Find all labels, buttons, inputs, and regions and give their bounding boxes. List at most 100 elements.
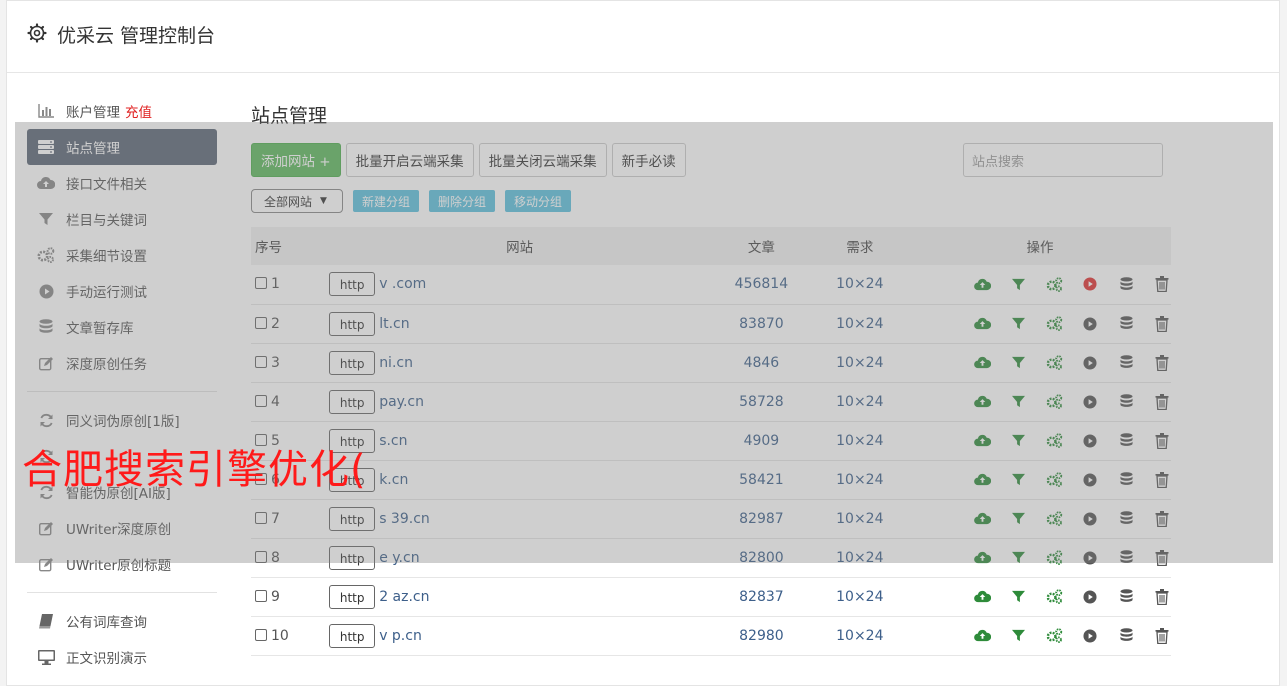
protocol-badge[interactable]: http [329, 545, 376, 570]
sidebar-item-collect-settings[interactable]: 采集细节设置 [27, 237, 217, 273]
site-domain-link[interactable]: lt.cn [379, 316, 409, 332]
site-search-input[interactable]: 站点搜索 [963, 143, 1163, 177]
article-count[interactable]: 82987 [712, 499, 811, 539]
filter-icon[interactable] [1009, 432, 1027, 450]
cogs-icon[interactable] [1045, 549, 1063, 567]
cogs-icon[interactable] [1045, 627, 1063, 645]
protocol-badge[interactable]: http [329, 272, 376, 297]
database-icon[interactable] [1117, 275, 1135, 293]
cloud-upload-icon[interactable] [973, 627, 991, 645]
demand-value[interactable]: 10×24 [810, 577, 909, 617]
article-count[interactable]: 456814 [712, 265, 811, 305]
filter-icon[interactable] [1009, 275, 1027, 293]
cogs-icon[interactable] [1045, 393, 1063, 411]
play-circle-icon[interactable] [1081, 393, 1099, 411]
group-select[interactable]: 全部网站 ▼ [251, 189, 343, 213]
site-domain-link[interactable]: ni.cn [379, 355, 413, 371]
protocol-badge[interactable]: http [329, 623, 376, 648]
sidebar-item-synonym-rewrite[interactable]: 同义词伪原创[1版] [27, 402, 217, 438]
database-icon[interactable] [1117, 354, 1135, 372]
site-domain-link[interactable]: v .com [379, 276, 426, 292]
database-icon[interactable] [1117, 588, 1135, 606]
trash-icon[interactable] [1153, 354, 1171, 372]
cloud-upload-icon[interactable] [973, 510, 991, 528]
move-group-button[interactable]: 移动分组 [505, 190, 572, 212]
sidebar-item-article-store[interactable]: 文章暂存库 [27, 309, 217, 345]
filter-icon[interactable] [1009, 354, 1027, 372]
cogs-icon[interactable] [1045, 275, 1063, 293]
trash-icon[interactable] [1153, 432, 1171, 450]
row-checkbox[interactable] [255, 355, 267, 368]
site-domain-link[interactable]: pay.cn [379, 394, 424, 410]
delete-group-button[interactable]: 删除分组 [429, 190, 496, 212]
trash-icon[interactable] [1153, 393, 1171, 411]
play-circle-icon[interactable] [1081, 588, 1099, 606]
cloud-upload-icon[interactable] [973, 354, 991, 372]
row-checkbox[interactable] [255, 277, 267, 290]
demand-value[interactable]: 10×24 [810, 616, 909, 656]
article-count[interactable]: 82800 [712, 538, 811, 578]
batch-disable-cloud-button[interactable]: 批量关闭云端采集 [478, 143, 607, 177]
sidebar-item-uwriter-deep[interactable]: UWriter深度原创 [27, 510, 217, 546]
demand-value[interactable]: 10×24 [810, 382, 909, 422]
article-count[interactable]: 82837 [712, 577, 811, 617]
cogs-icon[interactable] [1045, 471, 1063, 489]
site-domain-link[interactable]: v p.cn [379, 628, 422, 644]
sidebar-item-account[interactable]: 账户管理 充值 [27, 93, 217, 129]
article-count[interactable]: 4909 [712, 421, 811, 461]
article-count[interactable]: 58728 [712, 382, 811, 422]
protocol-badge[interactable]: http [329, 506, 376, 531]
database-icon[interactable] [1117, 549, 1135, 567]
database-icon[interactable] [1117, 393, 1135, 411]
site-domain-link[interactable]: s 39.cn [379, 511, 430, 527]
trash-icon[interactable] [1153, 510, 1171, 528]
cloud-upload-icon[interactable] [973, 275, 991, 293]
filter-icon[interactable] [1009, 393, 1027, 411]
demand-value[interactable]: 10×24 [810, 421, 909, 461]
filter-icon[interactable] [1009, 627, 1027, 645]
cogs-icon[interactable] [1045, 510, 1063, 528]
play-circle-icon[interactable] [1081, 315, 1099, 333]
sidebar-item-columns-keywords[interactable]: 栏目与关键词 [27, 201, 217, 237]
trash-icon[interactable] [1153, 315, 1171, 333]
database-icon[interactable] [1117, 315, 1135, 333]
sidebar-item-sites[interactable]: 站点管理 [27, 129, 217, 165]
filter-icon[interactable] [1009, 588, 1027, 606]
sidebar-item-manual-test[interactable]: 手动运行测试 [27, 273, 217, 309]
protocol-badge[interactable]: http [329, 389, 376, 414]
cloud-upload-icon[interactable] [973, 393, 991, 411]
demand-value[interactable]: 10×24 [810, 460, 909, 500]
database-icon[interactable] [1117, 510, 1135, 528]
sidebar-item-deep-original[interactable]: 深度原创任务 [27, 345, 217, 381]
trash-icon[interactable] [1153, 549, 1171, 567]
protocol-badge[interactable]: http [329, 350, 376, 375]
recharge-link[interactable]: 充值 [125, 101, 152, 121]
sidebar-item-text-recognition[interactable]: 正文识别演示 [27, 639, 217, 675]
database-icon[interactable] [1117, 432, 1135, 450]
article-count[interactable]: 4846 [712, 343, 811, 383]
play-circle-icon[interactable] [1081, 510, 1099, 528]
filter-icon[interactable] [1009, 315, 1027, 333]
play-circle-icon[interactable] [1081, 275, 1099, 293]
cogs-icon[interactable] [1045, 354, 1063, 372]
filter-icon[interactable] [1009, 549, 1027, 567]
filter-icon[interactable] [1009, 510, 1027, 528]
play-circle-icon[interactable] [1081, 432, 1099, 450]
site-domain-link[interactable]: s.cn [379, 433, 407, 449]
database-icon[interactable] [1117, 471, 1135, 489]
article-count[interactable]: 82980 [712, 616, 811, 656]
demand-value[interactable]: 10×24 [810, 499, 909, 539]
row-checkbox[interactable] [255, 628, 267, 641]
trash-icon[interactable] [1153, 627, 1171, 645]
row-checkbox[interactable] [255, 394, 267, 407]
cogs-icon[interactable] [1045, 432, 1063, 450]
beginner-guide-button[interactable]: 新手必读 [611, 143, 686, 177]
demand-value[interactable]: 10×24 [810, 538, 909, 578]
play-circle-icon[interactable] [1081, 471, 1099, 489]
trash-icon[interactable] [1153, 471, 1171, 489]
demand-value[interactable]: 10×24 [810, 343, 909, 383]
site-domain-link[interactable]: k.cn [379, 472, 408, 488]
protocol-badge[interactable]: http [329, 584, 376, 609]
demand-value[interactable]: 10×24 [810, 265, 909, 305]
article-count[interactable]: 83870 [712, 304, 811, 344]
